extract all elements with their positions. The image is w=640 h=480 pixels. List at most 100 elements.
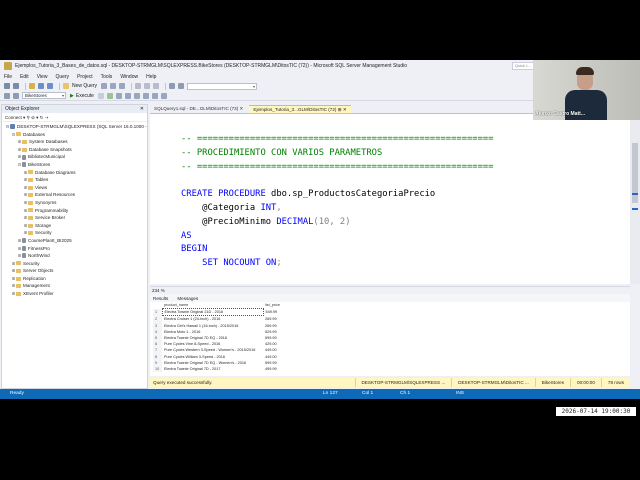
tab-messages[interactable]: Messages <box>174 296 198 301</box>
tree-node[interactable]: ⊞ Database Snapshots <box>2 146 147 154</box>
new-query-button[interactable]: New Query <box>72 83 97 89</box>
menu-project[interactable]: Project <box>77 74 93 80</box>
tree-node[interactable]: ⊞ Synonyms <box>2 199 147 207</box>
cell-product-name[interactable]: Electra Cruiser 1 (24-Inch) - 2016 <box>162 316 263 323</box>
indent-icon[interactable] <box>160 92 167 99</box>
connect-icon[interactable] <box>4 92 10 99</box>
menu-help[interactable]: Help <box>146 74 156 80</box>
table-row[interactable]: 3 Electra Girl's Hawaii 1 (16-inch) - 201… <box>153 322 285 329</box>
db-query-icon[interactable] <box>101 83 108 89</box>
tree-node[interactable]: ⊞ NorthWind <box>2 252 147 260</box>
tree-node[interactable]: ⊞ Security <box>2 229 147 237</box>
cell-product-name[interactable]: Pure Cycles Western 3-Speed - Women's - … <box>162 347 263 353</box>
execute-button[interactable]: Execute <box>76 93 94 99</box>
back-icon[interactable] <box>4 83 10 89</box>
menu-tools[interactable]: Tools <box>101 74 113 80</box>
menu-window[interactable]: Window <box>120 74 138 80</box>
tree-node[interactable]: ⊞ System Databases <box>2 138 147 146</box>
status-server: DESKTOP-STRMGLM\SQLEXPRESS ... <box>354 378 452 387</box>
tree-node[interactable]: ⊞ Tables <box>2 176 147 184</box>
column-header[interactable]: product_name <box>162 302 263 309</box>
forward-icon[interactable] <box>13 83 19 89</box>
tab-query[interactable]: SQLQuery1.sql - DE...GLM\DitosTIC (73) ✕ <box>150 105 248 113</box>
cell-product-name[interactable]: Electra Townie Original 7D - 2017 <box>162 366 263 372</box>
tree-node[interactable]: ⊞ Database Diagrams <box>2 169 147 177</box>
editor-gutter <box>150 114 168 284</box>
tree-node[interactable]: ⊞ Replication <box>2 275 147 283</box>
menu-view[interactable]: View <box>37 74 48 80</box>
editor-vertical-scrollbar[interactable] <box>630 113 640 284</box>
cut-icon[interactable] <box>135 83 142 89</box>
row-number[interactable]: 1 <box>153 308 162 316</box>
results-grid[interactable]: product_name list_price 1 Electra Townie Or… <box>150 302 630 376</box>
table-row[interactable]: 1 Electra Townie Original 21D - 2016 549.9… <box>153 308 285 317</box>
code-area[interactable]: -- =====================================… <box>181 133 493 271</box>
row-number[interactable]: 10 <box>153 366 162 373</box>
tree-node[interactable]: ⊞ Security <box>2 260 147 268</box>
table-row[interactable]: 10 Electra Townie Original 7D - 2017 499.9… <box>153 366 285 373</box>
undo-icon[interactable] <box>169 83 176 89</box>
tree-node[interactable]: ⊞ Service Broker <box>2 214 147 222</box>
menu-edit[interactable]: Edit <box>20 74 29 80</box>
new-file-icon[interactable] <box>29 83 35 89</box>
tree-node[interactable]: ⊞ Storage <box>2 222 147 230</box>
comment-icon[interactable] <box>142 92 149 99</box>
parse-icon[interactable] <box>106 92 113 99</box>
paste-icon[interactable] <box>153 83 160 89</box>
code-line: @Categoria INT, <box>181 202 493 216</box>
code-token: -- =====================================… <box>181 161 494 172</box>
zoom-level[interactable]: 234 % <box>150 286 630 294</box>
change-connection-icon[interactable] <box>13 92 19 99</box>
execute-icon[interactable]: ▶ <box>70 93 74 99</box>
tree-node[interactable]: ⊞ Views <box>2 184 147 192</box>
save-all-icon[interactable] <box>47 83 53 89</box>
object-explorer-tree: ⊟ DESKTOP-STRMGLM\SQLEXPRESS (SQL Server … <box>2 122 147 298</box>
uncomment-icon[interactable] <box>151 92 158 99</box>
tree-node[interactable]: ⊞ Management <box>2 282 147 290</box>
cell-list-price[interactable]: 499.99 <box>263 366 285 372</box>
tree-node[interactable]: ⊞ XEvent Profiler <box>2 290 147 298</box>
column-header[interactable] <box>153 302 162 309</box>
tree-node[interactable]: ⊟ DESKTOP-STRMGLM\SQLEXPRESS (SQL Server … <box>2 123 147 131</box>
database-select[interactable]: BikeStores <box>22 92 66 99</box>
results-text-icon[interactable] <box>133 92 140 99</box>
tree-node[interactable]: ⊞ FitnessPro <box>2 245 147 253</box>
folder-icon <box>28 223 33 228</box>
tree-node[interactable]: ⊟ BikeStores <box>2 161 147 169</box>
tree-node[interactable]: ⊞ External Resources <box>2 191 147 199</box>
status-user: DESKTOP-STRMGLM\DitosTIC ... <box>451 378 535 387</box>
menu-query[interactable]: Query <box>55 74 69 80</box>
tree-node[interactable]: ⊟ Databases <box>2 131 147 139</box>
copy-icon[interactable] <box>144 83 151 89</box>
tree-node[interactable]: ⊞ Programmability <box>2 207 147 215</box>
cell-product-name[interactable]: Electra Townie Original 21D - 2016 <box>161 308 264 317</box>
stop-icon[interactable] <box>97 92 104 99</box>
table-row[interactable]: 8 Pure Cycles William 3-Speed - 2016 449.0… <box>153 353 285 360</box>
mdx-icon[interactable] <box>110 83 117 89</box>
tree-node[interactable]: ⊞ Server Objects <box>2 267 147 275</box>
close-icon[interactable]: ✕ <box>140 105 144 113</box>
row-number[interactable]: 2 <box>153 315 162 323</box>
redo-icon[interactable] <box>178 83 185 89</box>
save-icon[interactable] <box>38 83 44 89</box>
table-row[interactable]: 2 Electra Cruiser 1 (24-Inch) - 2016 269.9… <box>153 315 285 323</box>
tab-results[interactable]: Results <box>150 296 168 301</box>
column-header[interactable]: list_price <box>263 302 285 309</box>
status-ch: Ch 1 <box>400 391 411 396</box>
query-editor[interactable]: -- =====================================… <box>150 113 630 284</box>
dmx-icon[interactable] <box>119 83 126 89</box>
tree-node[interactable]: ⊞ CoursePlanIt_BI2025 <box>2 237 147 245</box>
cell-list-price[interactable]: 269.99 <box>263 316 285 323</box>
plan-icon[interactable] <box>115 92 122 99</box>
tree-node[interactable]: ⊞ BibliotecMunicipal <box>2 153 147 161</box>
search-combo[interactable] <box>187 82 258 90</box>
new-query-icon[interactable] <box>63 83 69 89</box>
results-grid-icon[interactable] <box>124 92 131 99</box>
close-tab-icon[interactable]: ⊞ ✕ <box>336 107 347 112</box>
tab-active-query[interactable]: Ejemplos_Tutoria_3...GLM\DitosTIC (72) ⊞… <box>249 105 351 113</box>
connect-button[interactable]: Connect ▾ ⚲ ⊘ ▾ ↻ ⇢ <box>2 113 147 122</box>
menu-file[interactable]: File <box>4 74 12 80</box>
cell-list-price[interactable]: 549.99 <box>263 309 285 316</box>
table-row[interactable]: 7 Pure Cycles Western 3-Speed - Women's -… <box>153 347 285 354</box>
close-tab-icon[interactable]: ✕ <box>238 106 244 111</box>
